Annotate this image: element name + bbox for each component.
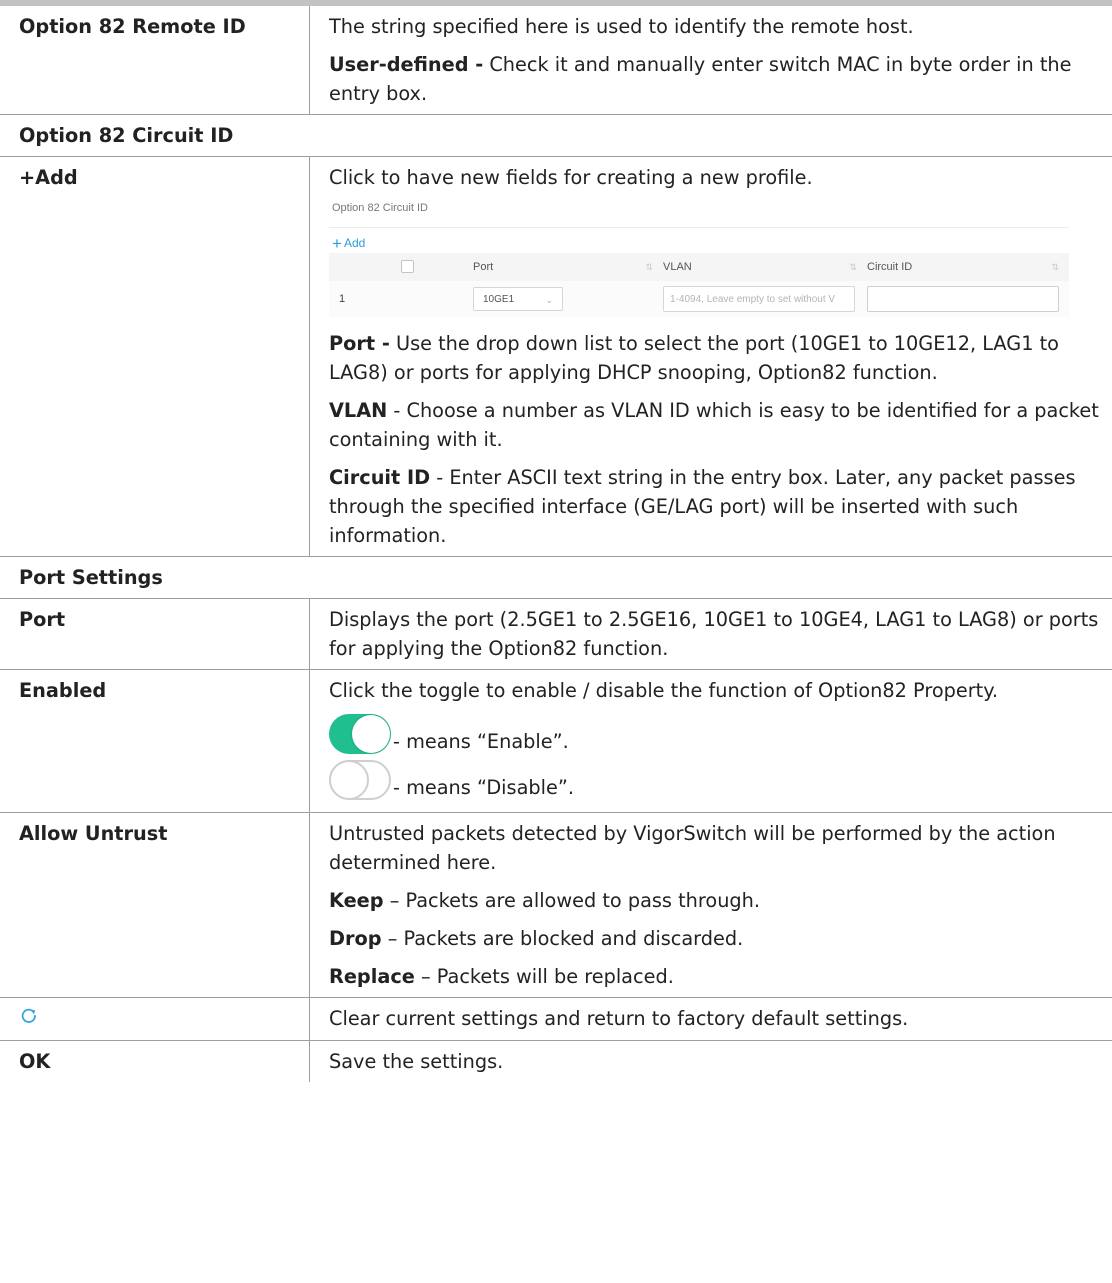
description-text: Click to have new fields for creating a …	[329, 166, 813, 189]
toggle-off-icon	[329, 760, 391, 800]
row-label: OK	[0, 1040, 310, 1082]
row-description: The string specified here is used to ide…	[310, 6, 1112, 115]
row-label: Port	[0, 598, 310, 670]
row-port: Port Displays the port (2.5GE1 to 2.5GE1…	[0, 598, 1112, 670]
screenshot-title: Option 82 Circuit ID	[332, 202, 428, 214]
toggle-on-icon	[329, 714, 391, 754]
term-text: – Packets are allowed to pass through.	[383, 889, 760, 912]
row-remote-id: Option 82 Remote ID The string specified…	[0, 6, 1112, 115]
term-text: – Packets will be replaced.	[414, 965, 674, 988]
refresh-icon	[21, 1008, 36, 1023]
row-label: +Add	[0, 156, 310, 557]
spec-document: Option 82 Remote ID The string specified…	[0, 0, 1112, 1082]
row-description: Untrusted packets detected by VigorSwitc…	[310, 813, 1112, 998]
row-description: Save the settings.	[310, 1041, 1112, 1083]
add-button[interactable]: + Add	[329, 234, 1069, 253]
toggle-off-text: - means “Disable”.	[393, 776, 574, 799]
row-description: Displays the port (2.5GE1 to 2.5GE16, 10…	[310, 599, 1112, 670]
term-text: – Packets are blocked and discarded.	[381, 927, 744, 950]
column-port[interactable]: Port	[473, 253, 663, 282]
description-text: The string specified here is used to ide…	[329, 15, 914, 38]
vlan-input[interactable]: 1-4094, Leave empty to set without V	[663, 286, 855, 312]
circuit-id-screenshot: Option 82 Circuit ID +Add Port VLAN Circ…	[329, 201, 1069, 317]
table-row: 1 10GE1 ⌄ 1-4094, Leave empty to set with…	[329, 281, 1069, 317]
row-reset: Clear current settings and return to fac…	[0, 997, 1112, 1041]
description-text: Save the settings.	[329, 1050, 504, 1073]
section-circuit-id: Option 82 Circuit ID	[0, 115, 1112, 157]
term-circuit-id: Circuit ID	[329, 466, 431, 489]
chevron-down-icon: ⌄	[545, 295, 553, 305]
plus-icon: +	[332, 234, 342, 253]
row-allow-untrust: Allow Untrust Untrusted packets detected…	[0, 812, 1112, 998]
section-title: Port Settings	[19, 566, 163, 589]
term-text: Use the drop down list to select the por…	[329, 332, 1059, 384]
row-label: Option 82 Remote ID	[0, 6, 310, 115]
term-text: - Choose a number as VLAN ID which is ea…	[329, 399, 1099, 451]
row-enabled: Enabled Click the toggle to enable / dis…	[0, 669, 1112, 813]
row-index: 1	[339, 292, 346, 305]
term-drop: Drop	[329, 927, 382, 950]
column-vlan[interactable]: VLAN	[663, 253, 867, 282]
description-text: Click the toggle to enable / disable the…	[329, 679, 999, 702]
row-label: Enabled	[0, 669, 310, 813]
section-port-settings: Port Settings	[0, 557, 1112, 599]
description-text: Displays the port (2.5GE1 to 2.5GE16, 10…	[329, 608, 1099, 660]
column-circuit-id[interactable]: Circuit ID	[867, 253, 1069, 282]
select-all-checkbox[interactable]	[401, 260, 414, 274]
divider	[329, 227, 1069, 228]
row-ok: OK Save the settings.	[0, 1040, 1112, 1083]
add-label: Add	[343, 236, 366, 250]
parameter-table: Option 82 Remote ID The string specified…	[0, 6, 1112, 1082]
row-add: +Add Click to have new fields for creati…	[0, 156, 1112, 557]
row-label	[0, 997, 310, 1041]
term-replace: Replace	[329, 965, 415, 988]
row-description: Click to have new fields for creating a …	[310, 157, 1112, 557]
description-text: Untrusted packets detected by VigorSwitc…	[329, 822, 1056, 874]
table-header: Port VLAN Circuit ID	[329, 253, 1069, 281]
row-label: Allow Untrust	[0, 812, 310, 998]
description-text: Clear current settings and return to fac…	[329, 1007, 909, 1030]
term-user-defined: User-defined -	[329, 53, 484, 76]
term-vlan: VLAN	[329, 399, 388, 422]
port-select-value: 10GE1	[483, 294, 515, 305]
port-select[interactable]: 10GE1 ⌄	[473, 287, 563, 311]
term-keep: Keep	[329, 889, 384, 912]
term-port: Port -	[329, 332, 390, 355]
section-title: Option 82 Circuit ID	[19, 124, 234, 147]
toggle-on-text: - means “Enable”.	[393, 730, 569, 753]
row-description: Click the toggle to enable / disable the…	[310, 670, 1112, 813]
row-description: Clear current settings and return to fac…	[310, 998, 1112, 1041]
circuit-id-input[interactable]	[867, 286, 1059, 312]
term-text: - Enter ASCII text string in the entry b…	[329, 466, 1076, 547]
